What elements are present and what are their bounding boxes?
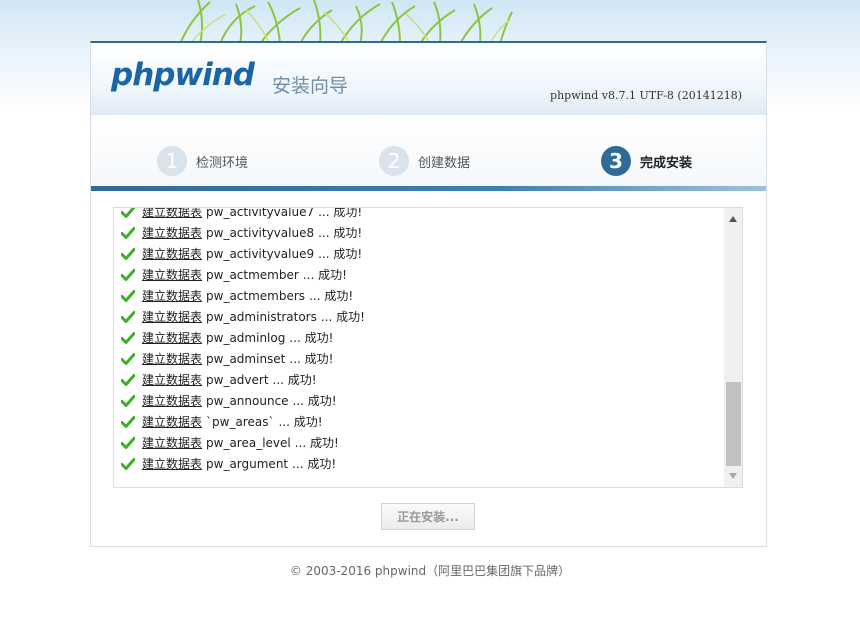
grass-decoration [179,0,513,44]
log-status: ... 成功! [318,247,363,261]
check-icon [121,373,135,386]
table-name: pw_announce [206,393,289,408]
log-status: ... 成功! [309,289,354,303]
log-status: ... 成功! [289,331,334,345]
check-icon [121,457,135,470]
check-icon [121,331,135,344]
log-prefix: 建立数据表 [142,415,203,429]
log-prefix: 建立数据表 [142,373,203,387]
log-status: ... 成功! [289,352,334,366]
log-row: 建立数据表 pw_activityvalue7... 成功! [121,207,722,222]
table-name: pw_actmembers [206,288,306,303]
check-icon [121,310,135,323]
step-create-data: 2 创建数据 [379,146,470,176]
log-row: 建立数据表 pw_activityvalue8... 成功! [121,222,722,243]
check-icon [121,436,135,449]
log-status: ... 成功! [278,415,323,429]
table-name: pw_activityvalue9 [206,246,315,261]
scroll-thumb[interactable] [726,382,741,466]
log-prefix: 建立数据表 [142,226,203,240]
log-prefix: 建立数据表 [142,457,203,471]
installing-button[interactable]: 正在安装... [381,503,475,530]
table-name: `pw_areas` [206,414,275,429]
table-name: pw_activityvalue8 [206,225,315,240]
step-finish-install: 3 完成安装 [601,146,692,176]
table-name: pw_adminset [206,351,286,366]
table-name: pw_actmember [206,267,299,282]
table-name: pw_advert [206,372,269,387]
log-row: 建立数据表 pw_argument... 成功! [121,453,722,474]
log-status: ... 成功! [320,310,365,324]
log-status: ... 成功! [318,207,363,219]
log-row: 建立数据表 `pw_areas`... 成功! [121,411,722,432]
log-row: 建立数据表 pw_actmembers... 成功! [121,285,722,306]
installer-title: 安装向导 [272,75,349,97]
log-status: ... 成功! [272,373,317,387]
log-prefix: 建立数据表 [142,352,203,366]
scroll-down-arrow-icon[interactable] [724,467,742,485]
table-name: pw_adminlog [206,330,286,345]
phpwind-logo: phpwind [111,57,255,93]
log-list: 建立数据表 pw_activityvalue7... 成功! 建立数据表 pw_act… [121,207,722,474]
log-row: 建立数据表 pw_announce... 成功! [121,390,722,411]
log-prefix: 建立数据表 [142,268,203,282]
log-prefix: 建立数据表 [142,289,203,303]
step-check-env: 1 检测环境 [157,146,248,176]
table-name: pw_administrators [206,309,317,324]
step-label: 创建数据 [418,155,471,171]
log-prefix: 建立数据表 [142,247,203,261]
check-icon [121,352,135,365]
log-status: ... 成功! [292,457,337,471]
log-prefix: 建立数据表 [142,310,203,324]
log-row: 建立数据表 pw_activityvalue9... 成功! [121,243,722,264]
table-name: pw_activityvalue7 [206,207,315,219]
log-row: 建立数据表 pw_adminset... 成功! [121,348,722,369]
log-status: ... 成功! [318,226,363,240]
log-status: ... 成功! [294,436,339,450]
log-status: ... 成功! [302,268,347,282]
step-label: 检测环境 [196,155,249,171]
step-number: 3 [601,146,631,176]
log-row: 建立数据表 pw_administrators... 成功! [121,306,722,327]
step-indicator: 1 检测环境 2 创建数据 3 完成安装 [91,116,766,188]
log-status: ... 成功! [292,394,337,408]
log-scrollbar[interactable] [724,208,742,487]
log-row: 建立数据表 pw_adminlog... 成功! [121,327,722,348]
install-log: 建立数据表 pw_activityvalue7... 成功! 建立数据表 pw_act… [113,207,743,488]
step-label: 完成安装 [640,155,693,171]
log-prefix: 建立数据表 [142,436,203,450]
scroll-up-arrow-icon[interactable] [724,210,742,228]
check-icon [121,247,135,260]
table-name: pw_argument [206,456,289,471]
check-icon [121,226,135,239]
footer-copyright: © 2003-2016 phpwind（阿里巴巴集团旗下品牌） [289,564,571,578]
log-row: 建立数据表 pw_advert... 成功! [121,369,722,390]
step-number: 2 [379,146,409,176]
check-icon [121,415,135,428]
step-progress-bar [91,186,766,191]
log-row: 建立数据表 pw_actmember... 成功! [121,264,722,285]
check-icon [121,289,135,302]
log-row: 建立数据表 pw_area_level... 成功! [121,432,722,453]
table-name: pw_area_level [206,435,291,450]
log-prefix: 建立数据表 [142,207,203,219]
check-icon [121,268,135,281]
log-prefix: 建立数据表 [142,394,203,408]
version-info: phpwind v8.7.1 UTF-8 (20141218) [550,89,742,102]
check-icon [121,394,135,407]
check-icon [121,208,135,218]
log-prefix: 建立数据表 [142,331,203,345]
step-number: 1 [157,146,187,176]
header: phpwind 安装向导 phpwind v8.7.1 UTF-8 (20141… [91,43,766,115]
installer-panel: phpwind 安装向导 phpwind v8.7.1 UTF-8 (20141… [90,41,767,547]
